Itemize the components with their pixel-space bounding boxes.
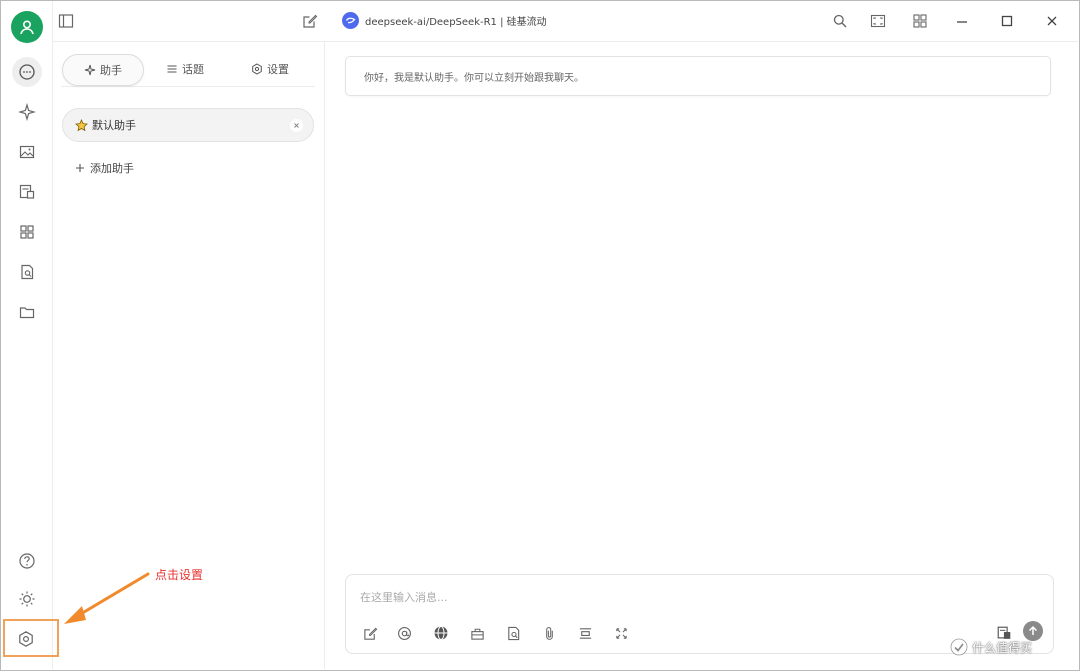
nav-paintings[interactable] bbox=[12, 137, 42, 167]
annotation-label: 点击设置 bbox=[155, 568, 204, 582]
minimize-icon bbox=[957, 21, 967, 23]
tab-assistants[interactable]: 助手 bbox=[62, 54, 144, 86]
icon-rail bbox=[1, 1, 53, 669]
theme-icon bbox=[19, 591, 35, 607]
close-icon bbox=[294, 123, 299, 128]
send-arrow-icon bbox=[1028, 625, 1038, 635]
new-topic-tool[interactable] bbox=[360, 623, 380, 643]
toolbox-icon bbox=[470, 628, 484, 640]
edit-icon bbox=[363, 627, 377, 640]
clear-icon bbox=[579, 627, 591, 639]
paperclip-icon bbox=[545, 626, 553, 640]
chat-icon bbox=[19, 64, 35, 80]
expand-input-tool[interactable] bbox=[611, 623, 631, 643]
expand-icon bbox=[615, 627, 627, 639]
assistant-icon bbox=[84, 64, 96, 76]
mini-apps-button[interactable] bbox=[910, 11, 930, 31]
image-icon bbox=[19, 145, 35, 159]
at-icon bbox=[397, 626, 411, 640]
top-bar: deepseek-ai/DeepSeek-R1 | 硅基流动 bbox=[52, 1, 1078, 42]
apps-icon bbox=[913, 14, 927, 28]
list-icon bbox=[167, 65, 177, 73]
sparkle-icon bbox=[18, 103, 36, 121]
assistant-item-label: 默认助手 bbox=[92, 119, 136, 132]
assistant-item-default[interactable]: 默认助手 bbox=[62, 108, 314, 142]
minimize-button[interactable] bbox=[952, 11, 972, 31]
welcome-message-text: 你好，我是默认助手。你可以立刻开始跟我聊天。 bbox=[364, 72, 584, 84]
translate-icon bbox=[19, 184, 35, 199]
attach-file-tool[interactable] bbox=[539, 623, 559, 643]
clear-context-tool[interactable] bbox=[575, 623, 595, 643]
theme-toggle[interactable] bbox=[12, 584, 42, 614]
maximize-icon bbox=[1001, 15, 1013, 27]
prompt-library-tool[interactable] bbox=[467, 623, 487, 643]
mention-model-tool[interactable] bbox=[394, 623, 414, 643]
close-icon bbox=[1047, 16, 1057, 26]
annotation-arrow bbox=[64, 572, 150, 624]
sidebar-toggle-icon bbox=[58, 14, 74, 28]
maximize-button[interactable] bbox=[997, 11, 1017, 31]
search-button[interactable] bbox=[830, 11, 850, 31]
nav-apps[interactable] bbox=[12, 217, 42, 247]
expand-icon bbox=[870, 14, 886, 28]
tab-topics[interactable]: 话题 bbox=[166, 54, 204, 84]
watermark-text: 什么值得买 bbox=[972, 640, 1033, 655]
nav-files[interactable] bbox=[12, 297, 42, 327]
settings-highlight-box bbox=[3, 619, 59, 657]
help-icon bbox=[19, 553, 35, 569]
star-icon bbox=[75, 118, 88, 131]
model-name: deepseek-ai/DeepSeek-R1 | 硅基流动 bbox=[365, 17, 547, 28]
globe-icon bbox=[434, 626, 448, 640]
folder-icon bbox=[19, 307, 35, 319]
add-assistant-button[interactable]: 添加助手 bbox=[75, 160, 134, 176]
gear-icon bbox=[252, 63, 262, 75]
tab-settings[interactable]: 设置 bbox=[251, 54, 289, 84]
message-input[interactable] bbox=[360, 588, 1020, 606]
search-icon bbox=[833, 14, 847, 28]
new-topic-button[interactable] bbox=[300, 11, 320, 31]
knowledge-icon bbox=[21, 264, 34, 280]
chat-area: 你好，我是默认助手。你可以立刻开始跟我聊天。 bbox=[325, 42, 1078, 669]
welcome-message: 你好，我是默认助手。你可以立刻开始跟我聊天。 bbox=[345, 56, 1051, 96]
model-logo-icon bbox=[342, 12, 359, 29]
tab-settings-label: 设置 bbox=[267, 63, 289, 76]
nav-chat[interactable] bbox=[12, 57, 42, 87]
fullscreen-button[interactable] bbox=[868, 11, 888, 31]
tab-assistants-label: 助手 bbox=[100, 64, 122, 77]
tab-topics-label: 话题 bbox=[182, 63, 204, 76]
toggle-sidebar-button[interactable] bbox=[56, 11, 76, 31]
knowledge-base-tool[interactable] bbox=[503, 623, 523, 643]
watermark: 什么值得买 bbox=[950, 638, 1032, 656]
apps-icon bbox=[20, 225, 34, 239]
remove-assistant-button[interactable] bbox=[290, 119, 303, 132]
model-selector[interactable]: deepseek-ai/DeepSeek-R1 | 硅基流动 bbox=[342, 12, 547, 29]
user-avatar[interactable] bbox=[11, 11, 43, 43]
watermark-logo-icon bbox=[950, 638, 968, 656]
help-button[interactable] bbox=[12, 546, 42, 576]
knowledge-icon bbox=[507, 626, 519, 640]
nav-knowledge[interactable] bbox=[12, 257, 42, 287]
message-composer bbox=[345, 574, 1054, 654]
edit-icon bbox=[303, 14, 318, 28]
plus-icon bbox=[76, 164, 84, 172]
web-search-tool[interactable] bbox=[431, 623, 451, 643]
user-icon bbox=[20, 20, 34, 35]
panel-tabs: 助手 话题 设置 bbox=[61, 52, 315, 87]
nav-agents[interactable] bbox=[12, 97, 42, 127]
add-assistant-label: 添加助手 bbox=[90, 162, 134, 175]
close-button[interactable] bbox=[1042, 11, 1062, 31]
nav-translate[interactable] bbox=[12, 177, 42, 207]
